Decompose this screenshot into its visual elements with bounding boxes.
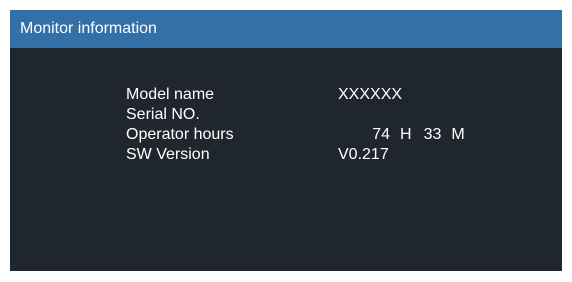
panel-header: Monitor information — [10, 10, 562, 48]
operator-hours-minutes-unit: M — [451, 126, 465, 143]
model-name-value: XXXXXX — [338, 86, 403, 103]
operator-hours-hours-unit: H — [400, 126, 412, 143]
panel-title: Monitor information — [20, 20, 157, 37]
monitor-info-panel: Monitor information Model name XXXXXX Se… — [10, 10, 562, 271]
operator-hours-hours: 74 — [372, 126, 390, 143]
serial-no-label: Serial NO. — [126, 106, 200, 123]
sw-version-value: V0.217 — [338, 146, 389, 163]
model-name-label: Model name — [126, 86, 215, 103]
sw-version-label: SW Version — [126, 146, 210, 163]
operator-hours-label: Operator hours — [126, 126, 234, 143]
operator-hours-minutes: 33 — [423, 126, 442, 143]
operator-hours-value: 74 H 33 M — [338, 125, 468, 145]
